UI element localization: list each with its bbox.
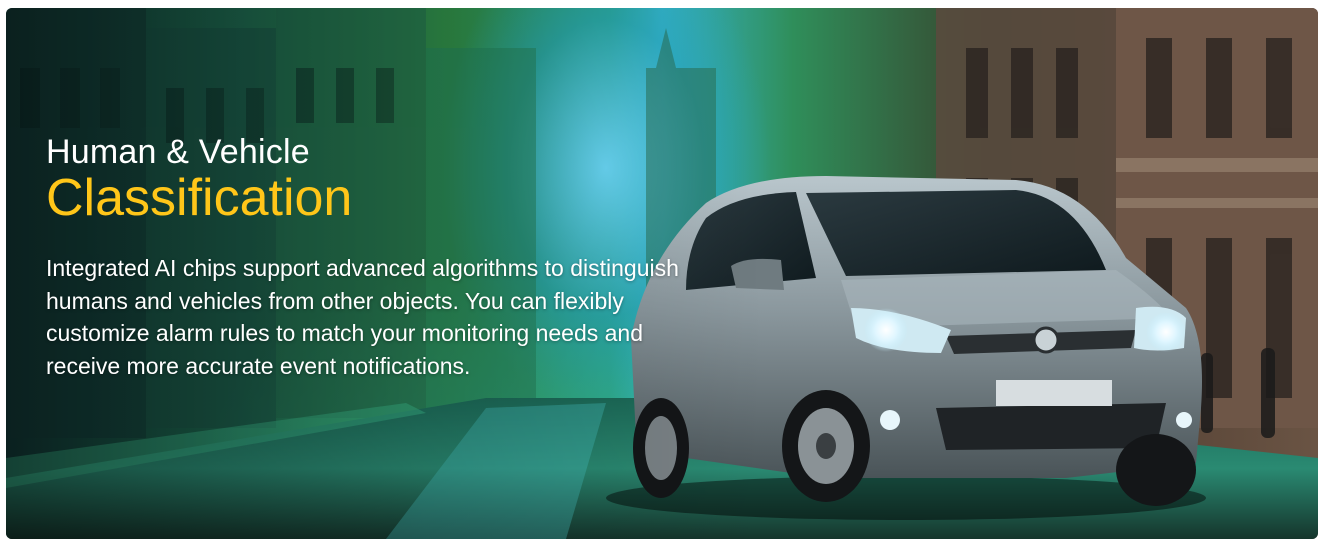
hero-text: Human & Vehicle Classification Integrate…	[46, 134, 726, 382]
feature-description: Integrated AI chips support advanced alg…	[46, 255, 679, 379]
front-left-wheel	[782, 390, 870, 502]
heading-human-vehicle: Human & Vehicle	[46, 133, 310, 171]
hero-banner: Human & Vehicle Classification Integrate…	[6, 8, 1318, 539]
front-right-wheel	[1116, 434, 1196, 506]
heading-classification: Classification	[46, 169, 353, 227]
